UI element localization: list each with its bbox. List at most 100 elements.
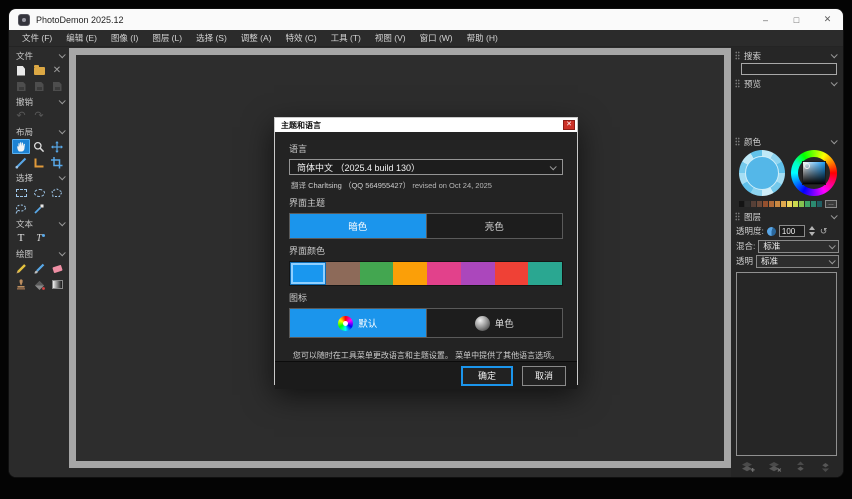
select-wand-button[interactable] xyxy=(30,201,48,216)
palette-swatch[interactable] xyxy=(793,201,798,207)
palette-swatch[interactable] xyxy=(805,201,810,207)
move-tool-button[interactable] xyxy=(48,139,66,154)
spin-up-icon[interactable] xyxy=(809,226,815,230)
hue-wheel[interactable] xyxy=(791,150,837,196)
language-dropdown[interactable]: 简体中文 （2025.4 build 130） xyxy=(289,159,563,175)
colors-panel-header[interactable]: 颜色 xyxy=(733,135,839,148)
search-panel-header[interactable]: 搜索 xyxy=(733,49,839,62)
palette-swatch[interactable] xyxy=(763,201,768,207)
toolbox-section-undo[interactable]: 撤销 xyxy=(9,95,69,108)
current-color-swatch[interactable] xyxy=(745,156,779,190)
menu-item[interactable]: 文件 (F) xyxy=(15,32,59,44)
gradient-tool-button[interactable] xyxy=(48,277,66,292)
eraser-tool-button[interactable] xyxy=(48,261,66,276)
palette-more-button[interactable]: … xyxy=(825,200,837,208)
accent-swatch[interactable] xyxy=(528,262,562,285)
crop-tool-button[interactable] xyxy=(48,155,66,170)
clone-stamp-tool-button[interactable] xyxy=(12,277,30,292)
zoom-tool-button[interactable] xyxy=(30,139,48,154)
palette-swatch[interactable] xyxy=(751,201,756,207)
fill-tool-button[interactable] xyxy=(30,277,48,292)
advanced-text-tool-button[interactable]: T xyxy=(30,231,48,246)
blend-mode-dropdown[interactable]: 标准 xyxy=(758,240,839,253)
hand-tool-button[interactable] xyxy=(12,139,30,154)
minimize-button[interactable]: – xyxy=(750,9,781,30)
palette-swatch[interactable] xyxy=(817,201,822,207)
palette-swatch[interactable] xyxy=(769,201,774,207)
pencil-tool-button[interactable] xyxy=(12,261,30,276)
undo-button[interactable]: ↶ xyxy=(12,109,30,124)
toolbox-section-select[interactable]: 选择 xyxy=(9,171,69,184)
opacity-reset-button[interactable]: ↺ xyxy=(820,227,828,236)
straighten-tool-button[interactable] xyxy=(30,155,48,170)
drag-grip-icon[interactable] xyxy=(735,137,740,146)
accent-swatch[interactable] xyxy=(427,262,461,285)
menu-item[interactable]: 工具 (T) xyxy=(324,32,368,44)
opacity-stepper[interactable] xyxy=(808,226,817,236)
move-layer-down-button[interactable] xyxy=(819,461,832,473)
palette-swatch[interactable] xyxy=(757,201,762,207)
measure-tool-button[interactable] xyxy=(12,155,30,170)
theme-light-button[interactable]: 亮色 xyxy=(426,214,563,238)
spin-down-icon[interactable] xyxy=(809,232,815,236)
palette-swatch[interactable] xyxy=(745,201,750,207)
menu-item[interactable]: 图像 (I) xyxy=(104,32,145,44)
select-rect-button[interactable] xyxy=(12,185,30,200)
toolbox-section-file[interactable]: 文件 xyxy=(9,49,69,62)
save-as-button[interactable] xyxy=(30,79,48,94)
redo-button[interactable]: ↷ xyxy=(30,109,48,124)
palette-swatch[interactable] xyxy=(781,201,786,207)
palette-swatch[interactable] xyxy=(739,201,744,207)
accent-swatch[interactable] xyxy=(326,262,360,285)
dialog-close-button[interactable]: ✕ xyxy=(563,120,575,130)
menu-item[interactable]: 特效 (C) xyxy=(278,32,323,44)
accent-swatch[interactable] xyxy=(290,262,326,285)
search-input[interactable] xyxy=(741,63,837,75)
icons-default-button[interactable]: 默认 xyxy=(290,309,426,337)
ok-button[interactable]: 确定 xyxy=(461,366,513,386)
menu-item[interactable]: 编辑 (E) xyxy=(59,32,104,44)
palette-swatch[interactable] xyxy=(787,201,792,207)
drag-grip-icon[interactable] xyxy=(735,79,740,88)
close-image-button[interactable]: ✕ xyxy=(48,63,66,78)
palette-swatch[interactable] xyxy=(811,201,816,207)
move-layer-up-button[interactable] xyxy=(794,461,807,473)
color-variants-wheel[interactable] xyxy=(739,150,785,196)
open-image-button[interactable] xyxy=(30,63,48,78)
new-image-button[interactable] xyxy=(12,63,30,78)
menu-item[interactable]: 调整 (A) xyxy=(234,32,279,44)
menu-item[interactable]: 窗口 (W) xyxy=(413,32,460,44)
toolbox-section-paint[interactable]: 绘图 xyxy=(9,247,69,260)
layer-list[interactable] xyxy=(736,272,837,456)
close-button[interactable]: ✕ xyxy=(812,9,843,30)
select-lasso-button[interactable] xyxy=(12,201,30,216)
menu-item[interactable]: 帮助 (H) xyxy=(460,32,505,44)
alpha-mode-dropdown[interactable]: 标准 xyxy=(756,255,839,268)
select-ellipse-button[interactable] xyxy=(30,185,48,200)
export-button[interactable] xyxy=(48,79,66,94)
delete-layer-button[interactable] xyxy=(767,461,782,473)
icons-mono-button[interactable]: 单色 xyxy=(426,309,563,337)
save-button[interactable] xyxy=(12,79,30,94)
accent-swatch[interactable] xyxy=(393,262,427,285)
paintbrush-tool-button[interactable] xyxy=(30,261,48,276)
opacity-input[interactable] xyxy=(779,225,805,237)
layers-panel-header[interactable]: 图层 xyxy=(733,210,839,223)
text-tool-button[interactable]: T xyxy=(12,231,30,246)
toolbox-section-layout[interactable]: 布局 xyxy=(9,125,69,138)
add-layer-button[interactable] xyxy=(740,461,755,473)
palette-swatch[interactable] xyxy=(775,201,780,207)
palette-swatch[interactable] xyxy=(799,201,804,207)
drag-grip-icon[interactable] xyxy=(735,212,740,221)
cancel-button[interactable]: 取消 xyxy=(522,366,566,386)
menu-item[interactable]: 图层 (L) xyxy=(145,32,189,44)
menu-item[interactable]: 选择 (S) xyxy=(189,32,234,44)
theme-dark-button[interactable]: 暗色 xyxy=(290,214,426,238)
select-polygon-button[interactable] xyxy=(48,185,66,200)
toolbox-section-text[interactable]: 文本 xyxy=(9,217,69,230)
accent-swatch[interactable] xyxy=(461,262,495,285)
preview-panel-header[interactable]: 预览 xyxy=(733,77,839,90)
drag-grip-icon[interactable] xyxy=(735,51,740,60)
accent-swatch[interactable] xyxy=(360,262,394,285)
maximize-button[interactable]: □ xyxy=(781,9,812,30)
